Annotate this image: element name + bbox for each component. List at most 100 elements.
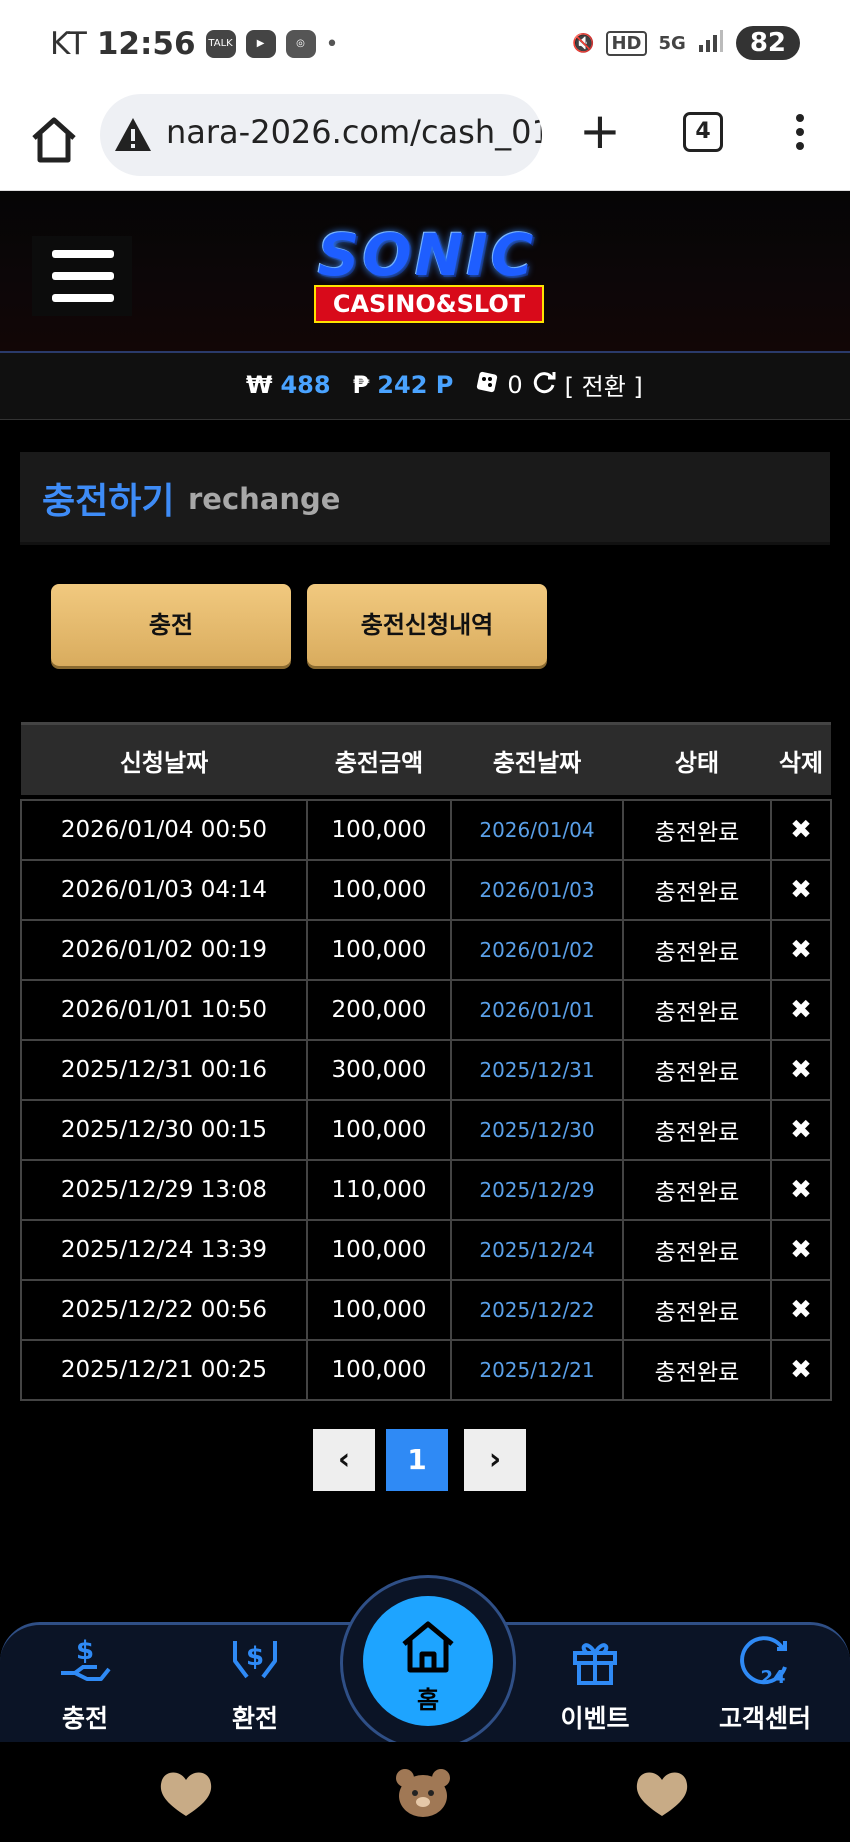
delete-button[interactable]: ✖ xyxy=(770,1039,832,1101)
status: 충전완료 xyxy=(622,979,772,1041)
amount: 100,000 xyxy=(306,919,452,981)
status: 충전완료 xyxy=(622,859,772,921)
amount: 200,000 xyxy=(306,979,452,1041)
svg-text:$: $ xyxy=(246,1642,264,1672)
warning-icon xyxy=(115,118,151,151)
request-date: 2026/01/04 00:50 xyxy=(20,799,308,861)
browser-toolbar: nara-2026.com/cash_01 + 4 xyxy=(0,90,850,191)
youtube-icon: ▶ xyxy=(245,30,276,58)
heart-icon[interactable] xyxy=(632,1766,692,1820)
delete-button[interactable]: ✖ xyxy=(770,799,832,861)
status: 충전완료 xyxy=(622,1219,772,1281)
tab-switcher-button[interactable]: 4 xyxy=(683,112,723,152)
table-row: 2025/12/30 00:15 100,000 2025/12/30 충전완료… xyxy=(20,1099,832,1161)
delete-button[interactable]: ✖ xyxy=(770,919,832,981)
nav-withdraw[interactable]: $ 환전 xyxy=(195,1633,315,1735)
status-right: 🔇 HD 5G 82 xyxy=(572,26,800,60)
status-left: KT 12:56 TALK ▶ ◎ • xyxy=(50,26,339,62)
menu-icon-bar xyxy=(52,250,114,258)
hand-coin-icon: $ xyxy=(61,1636,111,1681)
menu-button[interactable] xyxy=(32,236,132,316)
dice-icon xyxy=(475,370,499,400)
new-tab-button[interactable]: + xyxy=(575,106,625,158)
browser-home-button[interactable] xyxy=(24,110,84,170)
nav-support[interactable]: 24 고객센터 xyxy=(705,1633,825,1735)
page-subtitle: rechange xyxy=(188,482,341,516)
carrier-name: KT xyxy=(50,26,87,62)
nav-event-label: 이벤트 xyxy=(560,1704,630,1733)
amount: 100,000 xyxy=(306,1279,452,1341)
hd-icon: HD xyxy=(606,30,647,56)
logo-sonic: SONIC xyxy=(317,221,537,289)
deposit-history-button[interactable]: 충전신청내역 xyxy=(307,584,547,666)
table-row: 2026/01/03 04:14 100,000 2026/01/03 충전완료… xyxy=(20,859,832,921)
table-header-row: 신청날짜 충전금액 충전날짜 상태 삭제 xyxy=(21,722,831,795)
nav-home[interactable]: 홈 xyxy=(363,1596,493,1726)
bear-icon[interactable] xyxy=(393,1766,453,1820)
amount: 300,000 xyxy=(306,1039,452,1101)
nav-event[interactable]: 이벤트 xyxy=(535,1633,655,1735)
nav-home-frame: 홈 xyxy=(340,1575,516,1751)
delete-button[interactable]: ✖ xyxy=(770,1279,832,1341)
5g-icon: 5G xyxy=(658,32,686,54)
page-title-box: 충전하기 rechange xyxy=(20,452,830,545)
logo-casino-slot: CASINO&SLOT xyxy=(314,285,544,323)
dot-icon: • xyxy=(325,31,339,57)
status: 충전완료 xyxy=(622,799,772,861)
delete-button[interactable]: ✖ xyxy=(770,1219,832,1281)
wallet-bar: ₩ 488 ₱ 242 P 0 [ 전환 ] xyxy=(0,353,850,420)
table-row: 2025/12/24 13:39 100,000 2025/12/24 충전완료… xyxy=(20,1219,832,1281)
next-page-button[interactable]: › xyxy=(464,1429,526,1491)
house-icon xyxy=(402,1621,454,1673)
charge-date: 2026/01/04 xyxy=(450,799,624,861)
request-date: 2025/12/31 00:16 xyxy=(20,1039,308,1101)
menu-icon-bar xyxy=(52,294,114,302)
amount: 100,000 xyxy=(306,1339,452,1401)
charge-date: 2025/12/22 xyxy=(450,1279,624,1341)
amount: 110,000 xyxy=(306,1159,452,1221)
charge-date: 2025/12/29 xyxy=(450,1159,624,1221)
page-title: 충전하기 xyxy=(42,481,175,522)
delete-button[interactable]: ✖ xyxy=(770,1339,832,1401)
menu-icon-bar xyxy=(52,272,114,280)
refresh-icon[interactable] xyxy=(531,369,557,401)
status: 충전완료 xyxy=(622,1339,772,1401)
delete-button[interactable]: ✖ xyxy=(770,1099,832,1161)
won-balance: 488 xyxy=(280,370,331,399)
switch-link[interactable]: [ 전환 ] xyxy=(565,367,643,402)
prev-page-button[interactable]: ‹ xyxy=(313,1429,375,1491)
nav-deposit-label: 충전 xyxy=(61,1704,108,1733)
deposit-button[interactable]: 충전 xyxy=(51,584,291,666)
wallet-balances: ₩ 488 ₱ 242 P 0 [ 전환 ] xyxy=(246,367,643,402)
delete-button[interactable]: ✖ xyxy=(770,979,832,1041)
nav-deposit[interactable]: $ 충전 xyxy=(25,1633,145,1735)
more-dot xyxy=(796,128,804,136)
talk-icon: TALK xyxy=(205,30,236,58)
request-date: 2026/01/03 04:14 xyxy=(20,859,308,921)
battery-level: 82 xyxy=(735,26,800,60)
table-row: 2025/12/31 00:16 300,000 2025/12/31 충전완료… xyxy=(20,1039,832,1101)
heart-icon[interactable] xyxy=(156,1766,216,1820)
nav-support-label: 고객센터 xyxy=(718,1704,811,1733)
gift-icon xyxy=(573,1643,617,1685)
nav-withdraw-label: 환전 xyxy=(231,1704,278,1733)
header-charge-date: 충전날짜 xyxy=(451,722,623,795)
table-row: 2026/01/02 00:19 100,000 2026/01/02 충전완료… xyxy=(20,919,832,981)
site-logo[interactable]: SONIC CASINO&SLOT xyxy=(292,221,562,329)
request-date: 2025/12/24 13:39 xyxy=(20,1219,308,1281)
header-request-date: 신청날짜 xyxy=(21,722,307,795)
charge-date: 2025/12/31 xyxy=(450,1039,624,1101)
svg-text:$: $ xyxy=(76,1636,94,1666)
charge-date: 2025/12/21 xyxy=(450,1339,624,1401)
current-page-button[interactable]: 1 xyxy=(386,1429,448,1491)
system-nav-area xyxy=(0,1742,850,1842)
clock-time: 12:56 xyxy=(96,26,196,62)
amount: 100,000 xyxy=(306,799,452,861)
url-bar[interactable]: nara-2026.com/cash_01 xyxy=(100,94,542,176)
support-24h-icon: 24 xyxy=(740,1636,787,1688)
delete-button[interactable]: ✖ xyxy=(770,1159,832,1221)
delete-button[interactable]: ✖ xyxy=(770,859,832,921)
header-status: 상태 xyxy=(623,722,771,795)
amount: 100,000 xyxy=(306,1099,452,1161)
browser-menu-button[interactable] xyxy=(790,110,810,160)
